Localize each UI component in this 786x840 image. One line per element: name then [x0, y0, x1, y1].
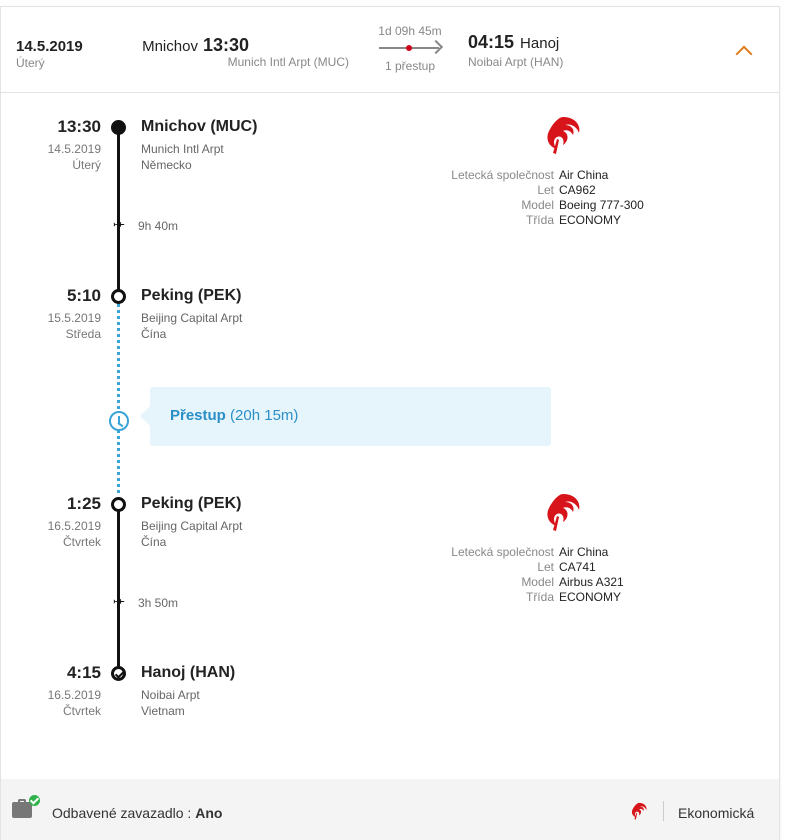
stop-date: 16.5.2019 Čtvrtek — [1, 687, 101, 719]
stop-info: Beijing Capital Arpt Čína — [141, 310, 242, 342]
itinerary-header[interactable]: 14.5.2019 Úterý Mnichov 13:30 Munich Intl… — [1, 7, 779, 93]
flight-value: CA741 — [559, 560, 596, 574]
leg-duration: 9h 40m — [138, 219, 179, 233]
stop-time: 5:10 — [66, 286, 101, 305]
class-value: ECONOMY — [559, 213, 622, 227]
stop-time: 1:25 — [66, 494, 101, 513]
plane-icon: ✈ — [112, 217, 126, 234]
itinerary-card: 14.5.2019 Úterý Mnichov 13:30 Munich Intl… — [0, 6, 780, 840]
stop-place: Peking (PEK) — [141, 495, 242, 512]
model-label: Model — [521, 198, 554, 212]
stop-info: Beijing Capital Arpt Čína — [141, 518, 242, 550]
class-label: Třída — [525, 213, 554, 227]
model-value: Airbus A321 — [559, 575, 624, 589]
baggage-value: Ano — [195, 805, 223, 821]
stop-place: Mnichov (MUC) — [141, 118, 258, 135]
header-departure-city: Mnichov — [142, 38, 198, 55]
header-stops: 1 přestup — [384, 59, 436, 73]
stop-day: Úterý — [72, 158, 101, 172]
route-arrow-icon — [375, 38, 445, 58]
layover-box: Přestup (20h 15m) — [150, 387, 551, 446]
class-value: ECONOMY — [559, 590, 622, 604]
stop-time: 4:15 — [66, 663, 101, 682]
airline-label: Letecká společnost — [451, 545, 554, 559]
header-route-summary: 1d 09h 45m 1 přestup — [375, 24, 445, 73]
header-total-duration: 1d 09h 45m — [378, 24, 442, 38]
stop-country: Čína — [141, 327, 167, 341]
header-departure: Mnichov 13:30 — [142, 35, 249, 56]
stop-date-value: 16.5.2019 — [47, 688, 101, 702]
stop-place: Peking (PEK) — [141, 287, 242, 304]
stop-info: Munich Intl Arpt Německo — [141, 141, 224, 173]
timeline-layover-dotted — [117, 303, 120, 501]
header-departure-time: 13:30 — [202, 35, 249, 55]
stop-airport: Noibai Arpt — [141, 688, 200, 702]
plane-icon: ✈ — [112, 594, 126, 611]
header-arrival-time: 04:15 — [468, 32, 515, 52]
header-arrival-airport: Noibai Arpt (HAN) — [468, 55, 564, 69]
stop-country: Čína — [141, 535, 167, 549]
header-date: 14.5.2019 — [16, 38, 83, 55]
layover-label: Přestup — [170, 407, 226, 424]
airline-label: Letecká společnost — [451, 168, 554, 182]
leg-details: Letecká společnost Air China Let CA741 Mod… — [401, 545, 721, 605]
baggage-label: Odbavené zavazadlo : — [52, 805, 192, 821]
timeline-segment-1 — [117, 127, 120, 297]
check-icon — [29, 795, 40, 806]
timeline-segment-2 — [117, 507, 120, 669]
stop-date: 14.5.2019 Úterý — [1, 141, 101, 173]
stop-country: Německo — [141, 158, 192, 172]
flight-value: CA962 — [559, 183, 596, 197]
timeline-node-departure — [111, 120, 126, 135]
stop-day: Středa — [65, 327, 101, 341]
clock-icon — [109, 411, 129, 431]
stop-airport: Beijing Capital Arpt — [141, 519, 243, 533]
airline-value: Air China — [559, 168, 609, 182]
stop-day: Čtvrtek — [62, 535, 101, 549]
model-label: Model — [521, 575, 554, 589]
stop-info: Noibai Arpt Vietnam — [141, 687, 200, 719]
stop-time: 13:30 — [57, 117, 101, 136]
leg-duration: 3h 50m — [138, 596, 179, 610]
stop-country: Vietnam — [141, 704, 185, 718]
timeline-node-stop — [111, 289, 126, 304]
stop-dot-icon — [406, 45, 412, 51]
baggage-info: Odbavené zavazadlo : Ano — [52, 805, 222, 821]
stop-airport: Beijing Capital Arpt — [141, 311, 243, 325]
leg-details: Letecká společnost Air China Let CA962 Mod… — [401, 168, 721, 228]
baggage-icon — [12, 795, 40, 818]
header-departure-airport: Munich Intl Arpt (MUC) — [227, 55, 349, 69]
stop-day: Čtvrtek — [62, 704, 101, 718]
air-china-logo — [631, 802, 647, 820]
airline-value: Air China — [559, 545, 609, 559]
timeline-node-arrival — [111, 666, 126, 681]
flight-label: Let — [537, 183, 554, 197]
stop-place: Hanoj (HAN) — [141, 664, 236, 681]
stop-date-value: 14.5.2019 — [47, 142, 101, 156]
stop-airport: Munich Intl Arpt — [141, 142, 224, 156]
header-day: Úterý — [16, 56, 45, 70]
layover-duration: (20h 15m) — [230, 407, 299, 424]
header-arrival: 04:15 Hanoj — [468, 32, 559, 53]
stop-date: 16.5.2019 Čtvrtek — [1, 518, 101, 550]
timeline-node-stop — [111, 497, 126, 512]
model-value: Boeing 777-300 — [559, 198, 644, 212]
itinerary-footer: Odbavené zavazadlo : Ano Ekonomická — [1, 779, 779, 840]
class-label: Třída — [525, 590, 554, 604]
air-china-logo — [547, 117, 580, 154]
layover-text: Přestup (20h 15m) — [170, 407, 298, 424]
chevron-up-icon[interactable] — [733, 41, 753, 61]
flight-label: Let — [537, 560, 554, 574]
footer-divider — [663, 801, 664, 821]
stop-date-value: 15.5.2019 — [47, 311, 101, 325]
header-arrival-city: Hanoj — [520, 35, 560, 52]
stop-date-value: 16.5.2019 — [47, 519, 101, 533]
stop-date: 15.5.2019 Středa — [1, 310, 101, 342]
air-china-logo — [547, 494, 580, 531]
cabin-class: Ekonomická — [678, 805, 755, 821]
